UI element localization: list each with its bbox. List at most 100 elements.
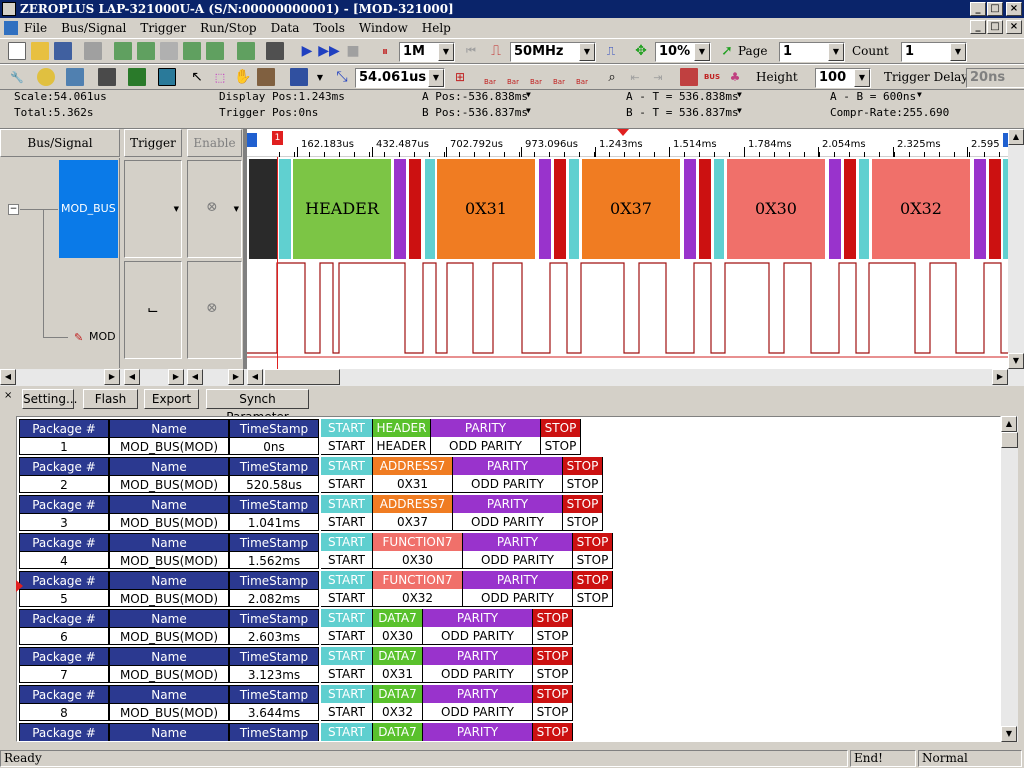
waveform-canvas[interactable]: 1 162.183us 432.487us 702.792us 973.096us 1.… bbox=[247, 129, 1008, 369]
a-b-dropdown[interactable]: ▼ bbox=[917, 90, 922, 99]
child-minimize-button[interactable]: _ bbox=[970, 20, 986, 34]
trigger-delay-field[interactable]: 20ns bbox=[966, 68, 1024, 88]
b-pos-dropdown[interactable]: ▼ bbox=[526, 106, 531, 115]
cursor-a-marker[interactable] bbox=[247, 133, 257, 147]
trigger-setup-icon[interactable] bbox=[66, 68, 84, 86]
pointer-icon[interactable]: ↖ bbox=[188, 68, 206, 86]
bus-name-label[interactable]: MOD_BUS bbox=[59, 160, 118, 258]
menu-tools[interactable]: Tools bbox=[313, 21, 345, 35]
count-select[interactable]: 1 ▼ bbox=[901, 42, 967, 62]
packet-row[interactable]: Package #5 Name MOD_BUS(MOD) TimeStamp 2.082… bbox=[19, 571, 619, 608]
sample-depth-select[interactable]: 1M ▼ bbox=[399, 42, 455, 62]
packet-row[interactable]: Package # Name TimeStamp START DATA7 PARITY ST… bbox=[19, 723, 619, 741]
scroll-down-icon[interactable]: ▼ bbox=[1001, 726, 1017, 742]
waveform-view-icon[interactable] bbox=[98, 68, 116, 86]
select-icon[interactable]: ⬚ bbox=[211, 68, 229, 86]
menu-run-stop[interactable]: Run/Stop bbox=[200, 21, 256, 35]
menu-data[interactable]: Data bbox=[271, 21, 300, 35]
zoom-region-icon[interactable] bbox=[257, 68, 275, 86]
a-t-dropdown[interactable]: ▼ bbox=[737, 90, 742, 99]
grid-dropdown-icon[interactable]: ▼ bbox=[311, 68, 329, 86]
open-icon[interactable] bbox=[31, 42, 49, 60]
run-icon[interactable]: ▶ bbox=[298, 42, 316, 60]
menu-window[interactable]: Window bbox=[359, 21, 408, 35]
scroll-left-icon[interactable]: ◀ bbox=[187, 369, 203, 385]
bar-t-icon[interactable]: Bar bbox=[527, 68, 545, 86]
close-button[interactable]: × bbox=[1006, 2, 1022, 16]
packet-vscroll[interactable]: ▲ ▼ bbox=[1001, 416, 1018, 742]
hand-icon[interactable]: ✋ bbox=[234, 68, 252, 86]
compress-icon[interactable]: ⎍ bbox=[602, 42, 620, 60]
synch-parameter-button[interactable]: Synch Parameter bbox=[206, 389, 309, 424]
bar-b-icon[interactable]: Bar bbox=[504, 68, 522, 86]
search-next-icon[interactable]: ⇥ bbox=[649, 68, 667, 86]
packet-row[interactable]: Package #6 Name MOD_BUS(MOD) TimeStamp 2.603… bbox=[19, 609, 619, 646]
waveform-vscroll[interactable]: ▲ ▼ bbox=[1008, 129, 1024, 369]
menu-help[interactable]: Help bbox=[422, 21, 451, 35]
maximize-button[interactable]: □ bbox=[987, 2, 1003, 16]
save-icon[interactable] bbox=[54, 42, 72, 60]
scroll-right-icon[interactable]: ▶ bbox=[228, 369, 244, 385]
bus-trigger-cell[interactable]: ▼ bbox=[124, 160, 182, 258]
report-icon[interactable] bbox=[266, 42, 284, 60]
sample-rate-select[interactable]: 50MHz ▼ bbox=[510, 42, 596, 62]
setting-button[interactable]: Setting... bbox=[22, 389, 77, 409]
new-icon[interactable] bbox=[8, 42, 26, 60]
flash-button[interactable]: Flash bbox=[83, 389, 138, 409]
pane-close-icon[interactable]: × bbox=[4, 390, 12, 401]
channel-ungroup-icon[interactable] bbox=[160, 42, 178, 60]
trigger-position-select[interactable]: 10% ▼ bbox=[655, 42, 711, 62]
page-select[interactable]: 1 ▼ bbox=[779, 42, 845, 62]
zoom-icon[interactable]: ⊞ bbox=[451, 68, 469, 86]
color-icon[interactable]: ♣ bbox=[726, 68, 744, 86]
b-t-dropdown[interactable]: ▼ bbox=[737, 106, 742, 115]
menu-trigger[interactable]: Trigger bbox=[140, 21, 186, 35]
collapse-toggle[interactable]: − bbox=[8, 204, 19, 215]
filter-icon[interactable] bbox=[680, 68, 698, 86]
bus-enable-cell[interactable]: ⊗ ▼ bbox=[187, 160, 242, 258]
scroll-up-icon[interactable]: ▲ bbox=[1001, 416, 1017, 432]
search-prev-icon[interactable]: ⇤ bbox=[626, 68, 644, 86]
scroll-right-icon[interactable]: ▶ bbox=[168, 369, 184, 385]
signal-trigger-cell[interactable]: ⌙ bbox=[124, 261, 182, 359]
scroll-right-icon[interactable]: ▶ bbox=[104, 369, 120, 385]
wave-scroll-left-icon[interactable]: ◀ bbox=[247, 369, 263, 385]
prev-icon[interactable]: ⏮ bbox=[462, 42, 480, 60]
a-pos-dropdown[interactable]: ▼ bbox=[526, 90, 531, 99]
child-restore-button[interactable]: □ bbox=[987, 20, 1003, 34]
trigger-marker[interactable]: 1 bbox=[272, 131, 283, 145]
height-select[interactable]: 100 ▼ bbox=[815, 68, 871, 88]
channel-delete-icon[interactable] bbox=[183, 42, 201, 60]
packet-row[interactable]: Package #3 Name MOD_BUS(MOD) TimeStamp 1.041… bbox=[19, 495, 619, 532]
packet-scroll-thumb[interactable] bbox=[1001, 432, 1018, 448]
scroll-down-icon[interactable]: ▼ bbox=[1008, 353, 1024, 369]
binoculars-icon[interactable]: ⌕ bbox=[603, 68, 621, 86]
run-repeat-icon[interactable]: ▶▶ bbox=[318, 42, 340, 60]
print-icon[interactable] bbox=[84, 42, 102, 60]
timer-icon[interactable] bbox=[37, 68, 55, 86]
channel-props-icon[interactable] bbox=[206, 42, 224, 60]
scale-select[interactable]: 54.061us ▼ bbox=[355, 68, 445, 88]
bookmark-icon[interactable]: 🔧 bbox=[8, 68, 26, 86]
signal-enable-cell[interactable]: ⊗ bbox=[187, 261, 242, 359]
child-close-button[interactable]: × bbox=[1006, 20, 1022, 34]
wave-scroll-thumb[interactable] bbox=[264, 369, 340, 385]
packet-row[interactable]: Package #8 Name MOD_BUS(MOD) TimeStamp 3.644… bbox=[19, 685, 619, 722]
signal-name-label[interactable]: MOD bbox=[89, 330, 116, 343]
packet-row[interactable]: Package #4 Name MOD_BUS(MOD) TimeStamp 1.562… bbox=[19, 533, 619, 570]
bus-icon[interactable]: BUS bbox=[703, 68, 721, 86]
packet-row[interactable]: Package #1 Name MOD_BUS(MOD) TimeStamp 0ns ST… bbox=[19, 419, 619, 456]
channel-group-icon[interactable] bbox=[137, 42, 155, 60]
channel-sort-icon[interactable] bbox=[237, 42, 255, 60]
scroll-left-icon[interactable]: ◀ bbox=[124, 369, 140, 385]
menu-bus-signal[interactable]: Bus/Signal bbox=[61, 21, 126, 35]
wave-scroll-right-icon[interactable]: ▶ bbox=[992, 369, 1008, 385]
channel-add-icon[interactable] bbox=[114, 42, 132, 60]
scroll-up-icon[interactable]: ▲ bbox=[1008, 129, 1024, 145]
packet-row[interactable]: Package #2 Name MOD_BUS(MOD) TimeStamp 520.5… bbox=[19, 457, 619, 494]
grid-icon[interactable] bbox=[290, 68, 308, 86]
minimize-button[interactable]: _ bbox=[970, 2, 986, 16]
display-pos-marker[interactable] bbox=[617, 129, 629, 136]
bar-add-icon[interactable]: Bar bbox=[573, 68, 591, 86]
stop-icon[interactable]: ■ bbox=[344, 42, 362, 60]
